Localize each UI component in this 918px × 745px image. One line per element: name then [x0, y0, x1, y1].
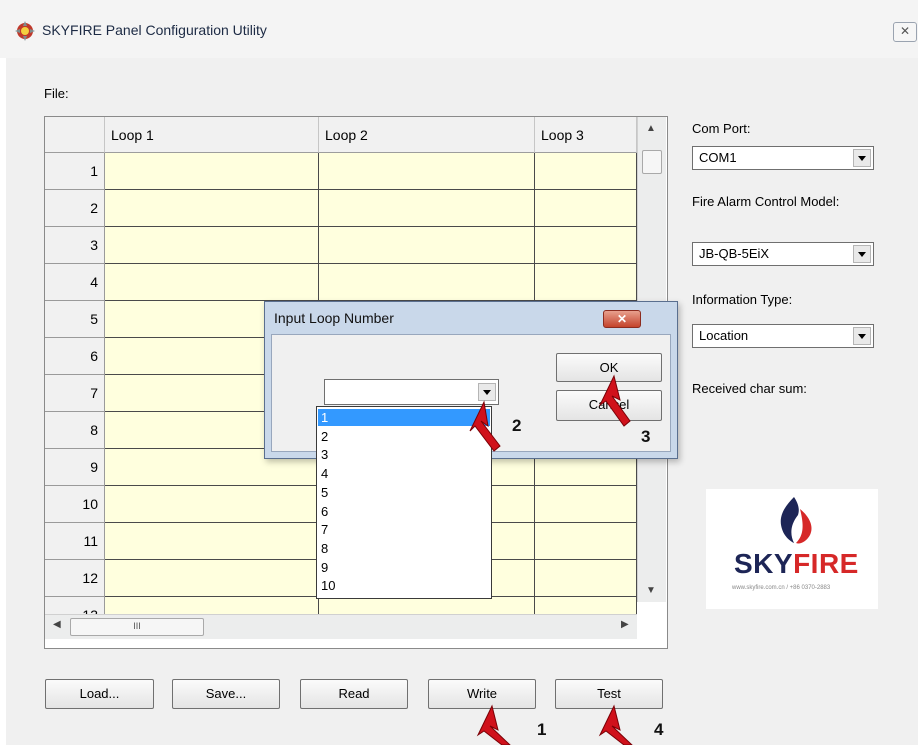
com-port-value: COM1 — [699, 150, 737, 165]
dialog-close-button[interactable]: ✕ — [603, 310, 641, 328]
horizontal-scroll-thumb[interactable]: III — [70, 618, 204, 636]
row-header[interactable]: 11 — [45, 523, 105, 560]
grid-cell[interactable] — [105, 264, 319, 301]
dropdown-option[interactable]: 1 — [318, 409, 490, 426]
info-type-select[interactable]: Location — [692, 324, 874, 348]
grid-cell[interactable] — [535, 523, 637, 560]
vertical-scroll-thumb[interactable] — [642, 150, 662, 174]
scroll-up-arrow-icon[interactable]: ▲ — [646, 123, 656, 134]
grid-cell[interactable] — [105, 227, 319, 264]
logo-wordmark-sky: SKY — [734, 548, 794, 579]
row-header[interactable]: 4 — [45, 264, 105, 301]
logo-wordmark: SKYFIRE — [734, 548, 859, 580]
skyfire-logo: SKYFIRE www.skyfire.com.cn / +86 0370-28… — [706, 489, 878, 609]
annotation-number: 4 — [654, 720, 664, 739]
model-label: Fire Alarm Control Model: — [692, 194, 840, 209]
loop-number-select[interactable] — [324, 379, 499, 405]
row-header[interactable]: 7 — [45, 375, 105, 412]
logo-wordmark-fire: FIRE — [793, 548, 859, 579]
grid-cell[interactable] — [105, 486, 319, 523]
grid-cell[interactable] — [535, 560, 637, 597]
grid-cell[interactable] — [319, 190, 535, 227]
grid-corner-header — [45, 117, 105, 153]
grid-cell[interactable] — [535, 227, 637, 264]
load-button[interactable]: Load... — [45, 679, 154, 709]
loop-number-dropdown-list[interactable]: 1 2 3 4 5 6 7 8 9 10 — [316, 406, 492, 599]
write-button[interactable]: Write — [428, 679, 536, 709]
read-button[interactable]: Read — [300, 679, 408, 709]
dropdown-option[interactable]: 4 — [318, 465, 490, 482]
cancel-button[interactable]: Cancel — [556, 390, 662, 421]
ok-button[interactable]: OK — [556, 353, 662, 382]
row-header[interactable]: 5 — [45, 301, 105, 338]
grid-cell[interactable] — [535, 153, 637, 190]
row-header[interactable]: 12 — [45, 560, 105, 597]
com-port-label: Com Port: — [692, 121, 751, 136]
logo-tagline: www.skyfire.com.cn / +86 0370-2883 — [732, 585, 831, 591]
chevron-down-icon[interactable] — [853, 327, 871, 345]
dropdown-option[interactable]: 3 — [318, 446, 490, 463]
grid-cell[interactable] — [105, 190, 319, 227]
row-header[interactable]: 10 — [45, 486, 105, 523]
file-label: File: — [44, 86, 69, 101]
scroll-right-arrow-icon[interactable]: ▶ — [621, 619, 629, 630]
info-type-value: Location — [699, 328, 749, 343]
save-button[interactable]: Save... — [172, 679, 280, 709]
scroll-down-arrow-icon[interactable]: ▼ — [646, 585, 656, 596]
grid-cell[interactable] — [535, 264, 637, 301]
grid-cell[interactable] — [319, 227, 535, 264]
flame-logo-icon — [780, 497, 812, 544]
app-icon — [15, 21, 35, 41]
com-port-select[interactable]: COM1 — [692, 146, 874, 170]
row-header[interactable]: 6 — [45, 338, 105, 375]
grid-cell[interactable] — [535, 190, 637, 227]
row-header[interactable]: 1 — [45, 153, 105, 190]
scroll-left-arrow-icon[interactable]: ◀ — [53, 619, 61, 630]
chevron-down-icon[interactable] — [853, 245, 871, 263]
row-header[interactable]: 3 — [45, 227, 105, 264]
annotation-number: 1 — [537, 720, 547, 739]
grid-cell[interactable] — [535, 486, 637, 523]
dropdown-option[interactable]: 7 — [318, 521, 490, 538]
dropdown-option[interactable]: 10 — [318, 577, 490, 594]
grid-cell[interactable] — [105, 523, 319, 560]
dropdown-option[interactable]: 5 — [318, 484, 490, 501]
row-header[interactable]: 8 — [45, 412, 105, 449]
dropdown-option[interactable]: 2 — [318, 428, 490, 445]
window-close-button[interactable]: ✕ — [893, 22, 917, 42]
info-type-label: Information Type: — [692, 292, 793, 307]
horizontal-scrollbar[interactable]: ◀ III ▶ — [45, 614, 637, 639]
grid-cell[interactable] — [319, 153, 535, 190]
grid-cell[interactable] — [319, 264, 535, 301]
annotation-number: 2 — [512, 416, 522, 435]
column-header-loop3[interactable]: Loop 3 — [535, 117, 637, 153]
grid-cell[interactable] — [105, 560, 319, 597]
received-char-sum-label: Received char sum: — [692, 381, 807, 396]
row-header[interactable]: 9 — [45, 449, 105, 486]
dialog-title: Input Loop Number — [274, 310, 394, 326]
dropdown-option[interactable]: 8 — [318, 540, 490, 557]
chevron-down-icon[interactable] — [853, 149, 871, 167]
grid-cell[interactable] — [105, 153, 319, 190]
column-header-loop1[interactable]: Loop 1 — [105, 117, 319, 153]
row-header[interactable]: 2 — [45, 190, 105, 227]
window-title: SKYFIRE Panel Configuration Utility — [42, 22, 267, 38]
column-header-loop2[interactable]: Loop 2 — [319, 117, 535, 153]
dropdown-option[interactable]: 6 — [318, 503, 490, 520]
dropdown-option[interactable]: 9 — [318, 559, 490, 576]
chevron-down-icon[interactable] — [478, 383, 496, 401]
model-select[interactable]: JB-QB-5EiX — [692, 242, 874, 266]
test-button[interactable]: Test — [555, 679, 663, 709]
model-value: JB-QB-5EiX — [699, 246, 770, 261]
annotation-number: 3 — [641, 427, 651, 446]
